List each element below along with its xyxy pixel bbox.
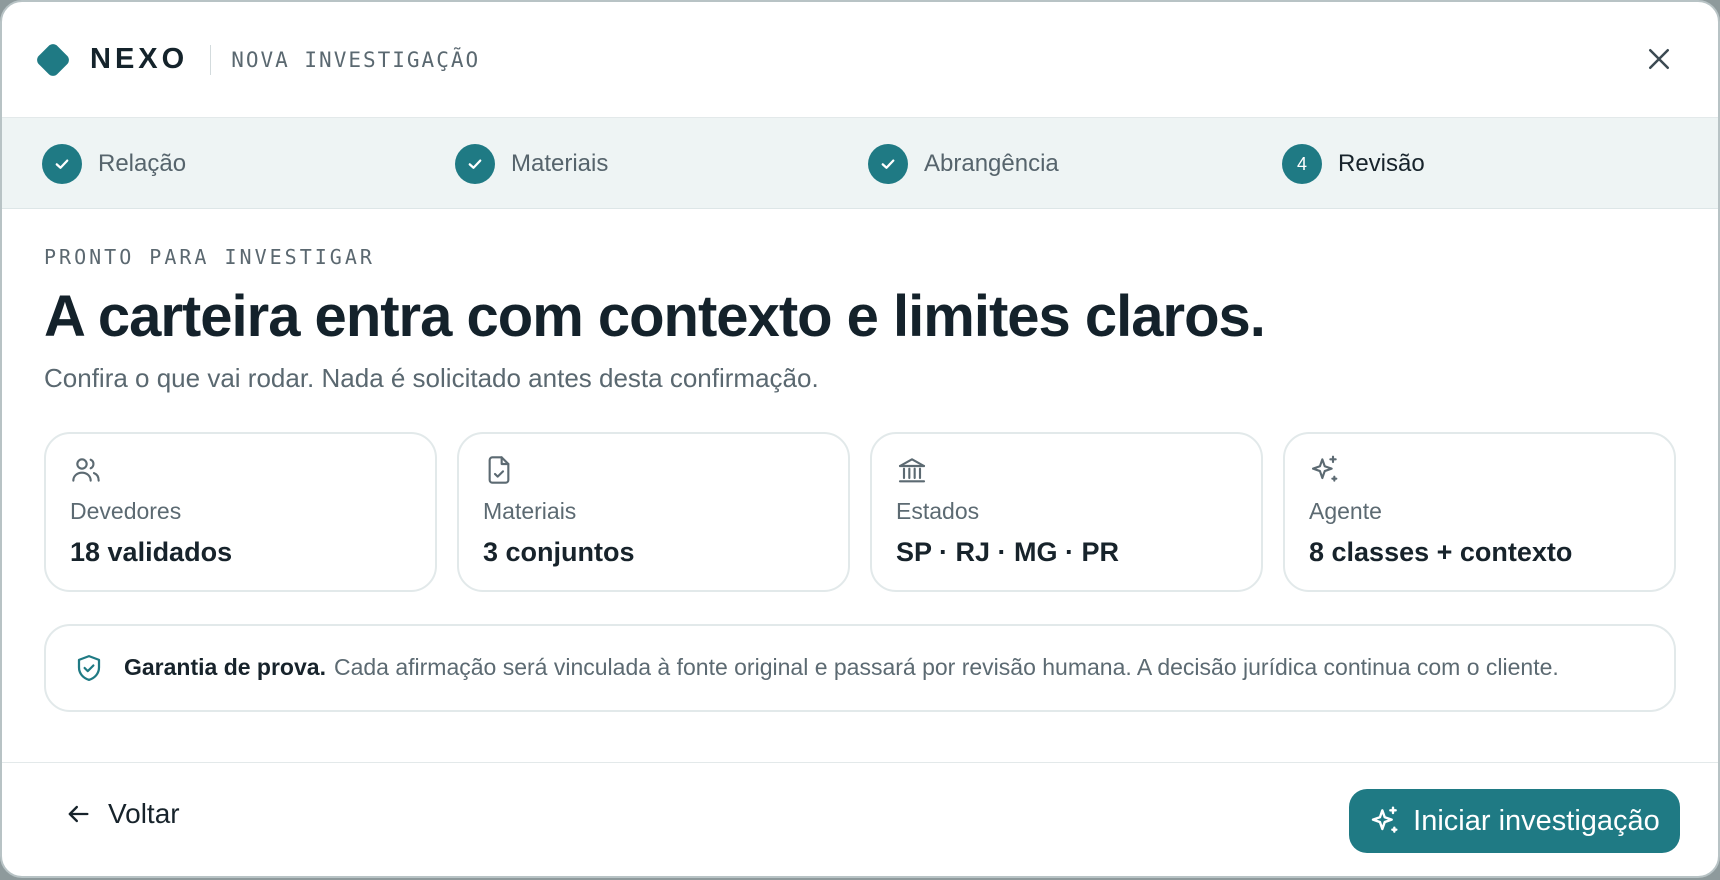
modal-footer: Voltar Iniciar investigação bbox=[2, 762, 1718, 876]
page-subtitle: Confira o que vai rodar. Nada é solicita… bbox=[44, 362, 819, 393]
card-value: 18 validados bbox=[70, 536, 233, 567]
guarantee-text: Cada afirmação será vinculada à fonte or… bbox=[333, 654, 1559, 681]
step-label: Revisão bbox=[1338, 150, 1425, 177]
arrow-left-icon bbox=[68, 805, 89, 823]
card-label: Materiais bbox=[483, 497, 577, 524]
check-icon bbox=[468, 159, 482, 169]
file-check-icon bbox=[488, 456, 510, 484]
summary-cards: Devedores 18 validados Materiais 3 conju… bbox=[44, 431, 1676, 592]
start-investigation-button[interactable]: Iniciar investigação bbox=[1349, 789, 1680, 853]
stepper: Relação Materiais Abrangência 4 Revisão bbox=[2, 118, 1718, 209]
card-label: Devedores bbox=[70, 497, 182, 524]
step-circle bbox=[868, 144, 908, 184]
modal-header: NEXO NOVA INVESTIGAÇÃO bbox=[2, 2, 1718, 118]
users-icon bbox=[72, 458, 100, 482]
header-subtitle: NOVA INVESTIGAÇÃO bbox=[231, 47, 481, 72]
close-button[interactable] bbox=[1644, 44, 1674, 74]
step-circle bbox=[42, 144, 82, 184]
back-button[interactable]: Voltar bbox=[64, 798, 180, 830]
card-label: Agente bbox=[1309, 497, 1382, 524]
back-button-label: Voltar bbox=[108, 798, 180, 829]
step-label: Abrangência bbox=[924, 150, 1059, 177]
logo-mark bbox=[34, 41, 72, 78]
close-icon bbox=[1649, 49, 1669, 69]
card-value: SP · RJ · MG · PR bbox=[896, 536, 1120, 567]
page-title: A carteira entra com contexto e limites … bbox=[44, 284, 1266, 349]
step-revisao[interactable]: 4 Revisão bbox=[1282, 144, 1425, 184]
summary-card-agente: Agente 8 classes + contexto bbox=[1283, 431, 1676, 592]
card-value: 3 conjuntos bbox=[483, 536, 635, 567]
card-label: Estados bbox=[896, 497, 980, 524]
eyebrow: PRONTO PARA INVESTIGAR bbox=[44, 245, 375, 269]
step-relacao[interactable]: Relação bbox=[42, 144, 186, 184]
step-label: Materiais bbox=[511, 150, 609, 177]
check-icon bbox=[881, 159, 895, 169]
header-divider bbox=[210, 44, 212, 75]
review-content: PRONTO PARA INVESTIGAR A carteira entra … bbox=[2, 245, 1718, 712]
bank-icon bbox=[898, 458, 926, 483]
sparkles-icon bbox=[1371, 806, 1398, 833]
brand-name: NEXO bbox=[90, 43, 189, 75]
summary-card-materiais: Materiais 3 conjuntos bbox=[457, 431, 850, 592]
new-investigation-modal: NEXO NOVA INVESTIGAÇÃO Relação Materiais bbox=[0, 0, 1720, 878]
check-icon bbox=[55, 159, 69, 169]
step-materiais[interactable]: Materiais bbox=[455, 144, 608, 184]
step-label: Relação bbox=[98, 150, 187, 177]
card-value: 8 classes + contexto bbox=[1309, 536, 1573, 567]
sparkles-icon bbox=[1311, 455, 1338, 482]
start-button-label: Iniciar investigação bbox=[1413, 804, 1660, 837]
step-abrangencia[interactable]: Abrangência bbox=[868, 144, 1059, 184]
step-circle bbox=[455, 144, 495, 184]
summary-card-devedores: Devedores 18 validados bbox=[44, 431, 437, 592]
proof-guarantee-notice: Garantia de prova. Cada afirmação será v… bbox=[44, 623, 1676, 712]
summary-card-estados: Estados SP · RJ · MG · PR bbox=[870, 431, 1263, 592]
shield-check-icon bbox=[77, 654, 101, 681]
guarantee-title: Garantia de prova. bbox=[124, 654, 326, 681]
step-number: 4 bbox=[1282, 144, 1322, 184]
